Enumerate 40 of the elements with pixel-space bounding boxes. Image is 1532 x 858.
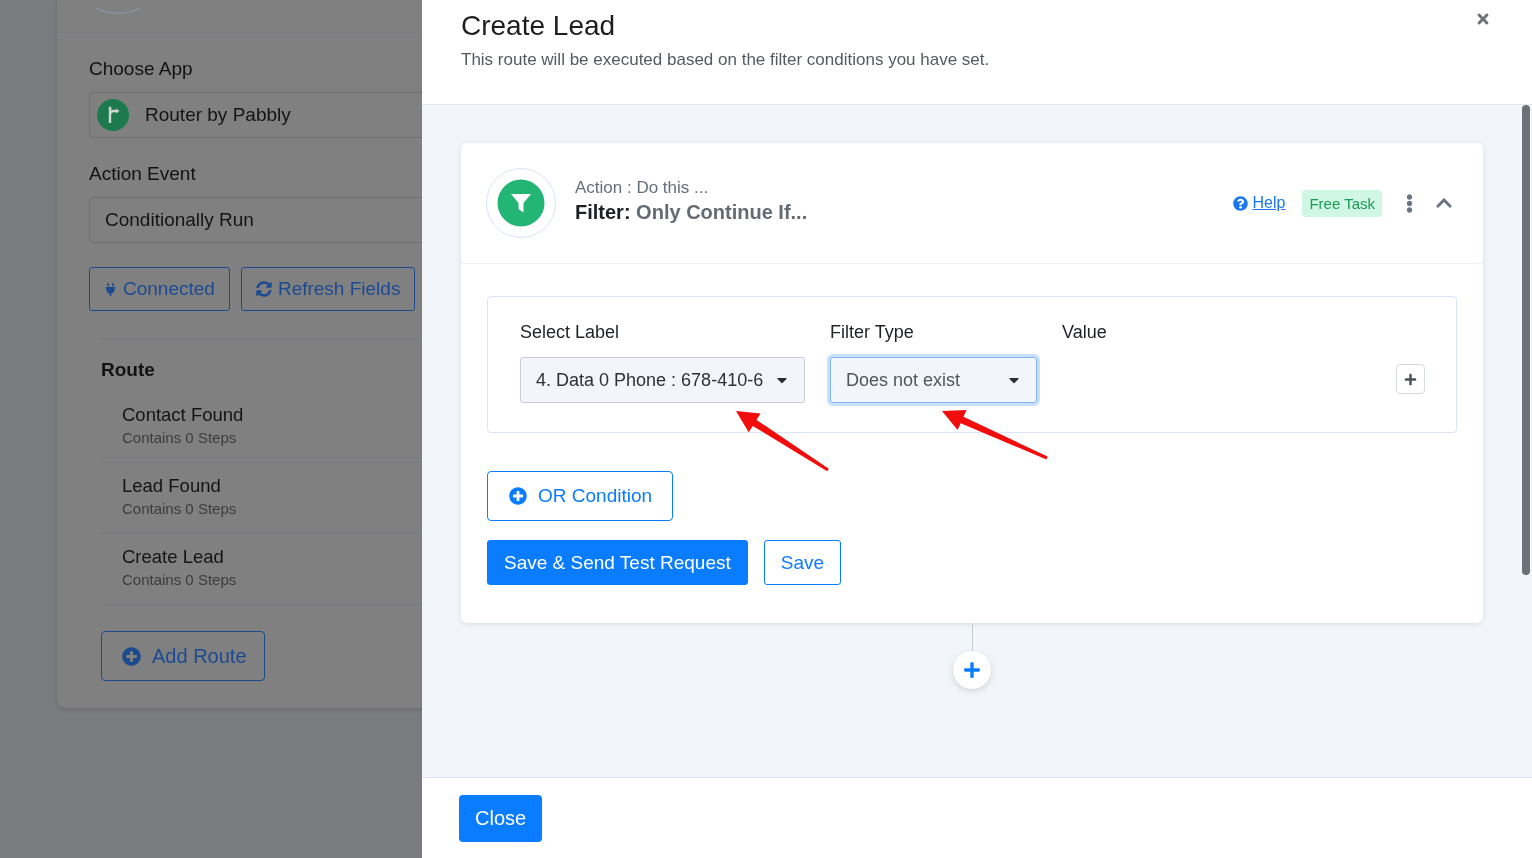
app-select[interactable]: Router by Pabbly: [89, 92, 422, 138]
dropdown-select[interactable]: Does not exist: [830, 357, 1037, 403]
field-label: Action Event: [89, 163, 197, 185]
or-condition-button[interactable]: OR Condition: [487, 471, 674, 521]
scrollbar[interactable]: [1522, 105, 1530, 575]
dropdown-select[interactable]: 4. Data 0 Phone : 678-410-6: [520, 357, 805, 403]
refresh-button[interactable]: Refresh Fields: [240, 267, 416, 311]
event-select[interactable]: Conditionally Run: [89, 197, 422, 243]
close-icon[interactable]: [1475, 11, 1491, 27]
funnel-icon: [486, 168, 556, 238]
route-name[interactable]: Lead Found: [122, 475, 422, 497]
field-label: Select Label: [520, 321, 621, 343]
plus-icon: [963, 661, 981, 679]
add-condition-button[interactable]: [1396, 364, 1425, 394]
field-label: Value: [1062, 321, 1107, 343]
step-title: Filter: Only Continue If...: [575, 200, 809, 225]
plan-badge: Free Task: [1302, 189, 1382, 217]
section-title: Route: [101, 359, 156, 381]
modal-subtitle: This route will be executed based on the filter conditions you have set.: [461, 49, 990, 71]
help-icon: [1232, 195, 1248, 211]
help-link[interactable]: Help: [1232, 194, 1286, 212]
add-route-button[interactable]: Add Route: [101, 631, 265, 681]
route-name[interactable]: Create Lead: [122, 546, 422, 568]
route-steps: Contains 0 Steps: [122, 570, 422, 590]
step-caption: Action : Do this ...: [575, 177, 710, 199]
save-and-test-button[interactable]: Save & Send Test Request: [487, 540, 748, 585]
field-label: Filter Type: [830, 321, 915, 343]
add-step-button[interactable]: [953, 651, 991, 689]
ring-icon: [95, 8, 141, 14]
plug-icon: [104, 282, 117, 296]
modal-title: Create Lead: [461, 9, 617, 43]
field-label: Choose App: [89, 58, 194, 80]
route-steps: Contains 0 Steps: [122, 499, 422, 519]
connected-button[interactable]: Connected: [89, 267, 230, 311]
refresh-icon: [255, 281, 272, 297]
route-steps: Contains 0 Steps: [122, 428, 422, 448]
close-button[interactable]: Close: [459, 794, 543, 842]
plus-icon: [1404, 372, 1417, 386]
route-name[interactable]: Contact Found: [122, 404, 422, 426]
save-button[interactable]: Save: [763, 540, 842, 585]
